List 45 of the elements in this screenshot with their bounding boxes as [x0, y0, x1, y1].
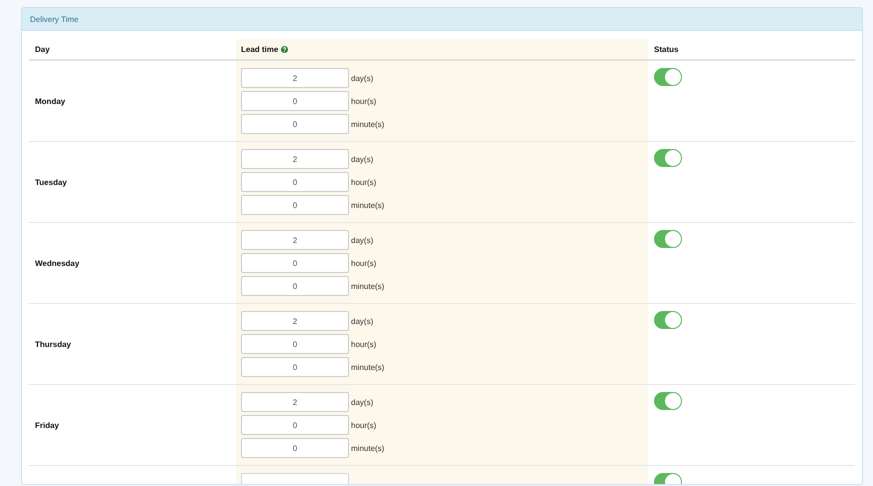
unit-label: day(s)	[351, 236, 374, 244]
status-toggle[interactable]	[654, 311, 682, 329]
day-label: Thursday	[35, 340, 72, 348]
unit-label: minute(s)	[351, 362, 384, 372]
unit-label: minute(s)	[351, 120, 384, 128]
number-field[interactable]: 0	[241, 253, 349, 273]
unit-label: day(s)	[351, 398, 374, 406]
number-field[interactable]: 0	[241, 195, 349, 215]
number-field[interactable]: 0	[241, 415, 349, 435]
unit-label: hour(s)	[351, 96, 376, 106]
column-header: Day	[35, 44, 50, 54]
status-toggle[interactable]	[654, 149, 682, 167]
unit-label: day(s)	[351, 74, 374, 82]
number-field[interactable]: 0	[241, 357, 349, 377]
number-field[interactable]: 0	[241, 334, 349, 354]
number-field[interactable]: 2	[241, 230, 349, 250]
number-field[interactable]: 2	[241, 149, 349, 169]
day-label: Wednesday	[35, 258, 80, 268]
status-toggle[interactable]	[654, 392, 682, 410]
number-field[interactable]: 2	[241, 311, 349, 331]
number-field[interactable]: 0	[241, 114, 349, 134]
day-label: Monday	[35, 96, 66, 106]
status-toggle[interactable]	[654, 68, 682, 86]
unit-label: minute(s)	[351, 200, 384, 210]
unit-label: hour(s)	[351, 178, 376, 186]
number-field[interactable]: 0	[241, 172, 349, 192]
panel-title: Delivery Time	[30, 14, 78, 24]
day-label: Friday	[35, 420, 60, 430]
unit-label: day(s)	[351, 316, 374, 326]
unit-label: hour(s)	[351, 258, 376, 268]
number-field[interactable]: 0	[241, 91, 349, 111]
unit-label: day(s)	[351, 154, 374, 164]
number-field[interactable]: 2	[241, 68, 349, 88]
help-icon[interactable]	[281, 46, 288, 52]
number-field[interactable]: 0	[241, 438, 349, 458]
day-label: Tuesday	[35, 178, 67, 186]
number-field[interactable]: 2	[241, 392, 349, 412]
column-header: Status	[654, 44, 678, 54]
number-field[interactable]: 0	[241, 276, 349, 296]
status-toggle[interactable]	[654, 230, 682, 248]
unit-label: minute(s)	[351, 282, 384, 290]
unit-label: hour(s)	[351, 420, 376, 430]
unit-label: hour(s)	[351, 340, 376, 348]
column-header: Lead time	[241, 44, 278, 54]
unit-label: minute(s)	[351, 444, 384, 452]
